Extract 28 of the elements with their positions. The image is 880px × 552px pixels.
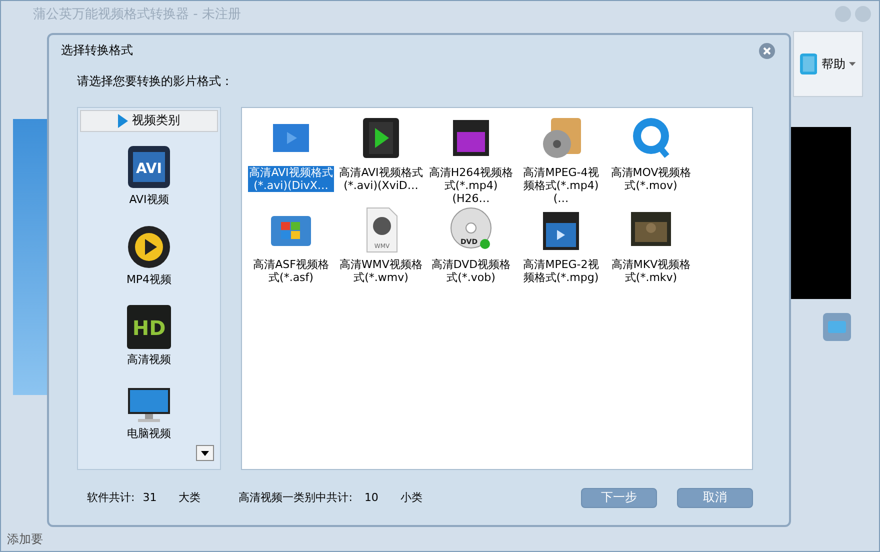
format-item[interactable]: 高清ASF视频格式(*.asf) (248, 258, 334, 284)
category-label[interactable]: 高清视频 (127, 352, 171, 367)
category-label[interactable]: MP4视频 (126, 272, 172, 287)
film-icon: AVI (126, 144, 172, 190)
hd-icon: HD (126, 304, 172, 350)
format-item[interactable]: 高清DVD视频格式(*.vob) (428, 258, 514, 284)
format-item[interactable]: 高清MPEG-4视频格式(*.mp4)(… (518, 166, 604, 205)
format-item[interactable]: 高清MPEG-2视频格式(*.mpg) (518, 258, 604, 284)
subtotal-unit: 小类 (400, 490, 422, 505)
status-text: 添加要 (7, 532, 43, 546)
format-item[interactable]: 高清AVI视频格式(*.avi)(DivX… (248, 166, 334, 192)
format-item[interactable]: 高清MOV视频格式(*.mov) (608, 166, 694, 192)
category-label[interactable]: AVI视频 (129, 192, 169, 207)
window-title: 蒲公英万能视频格式转换器 - 未注册 (33, 6, 241, 23)
prompt-text: 请选择您要转换的影片格式： (77, 72, 234, 90)
subtotal-label: 高清视频一类别中共计: (238, 490, 352, 505)
format-item[interactable]: 高清WMV视频格式(*.wmv) (338, 258, 424, 284)
category-label[interactable]: 电脑视频 (127, 426, 171, 441)
format-item[interactable]: 高清AVI视频格式(*.avi)(XviD… (338, 166, 424, 192)
total-value: 31 (142, 491, 157, 504)
help-button[interactable]: 帮助 (793, 31, 863, 97)
total-label: 软件共计: (87, 490, 135, 505)
total-unit: 大类 (178, 490, 201, 505)
subtotal-value: 10 (364, 491, 378, 504)
format-item[interactable]: 高清H264视频格式(*.mp4)(H26… (428, 166, 514, 205)
category-header[interactable]: 视频类别 (80, 110, 218, 132)
format-item[interactable]: 高清MKV视频格式(*.mkv) (608, 258, 694, 284)
dialog-title: 选择转换格式 (61, 42, 133, 60)
